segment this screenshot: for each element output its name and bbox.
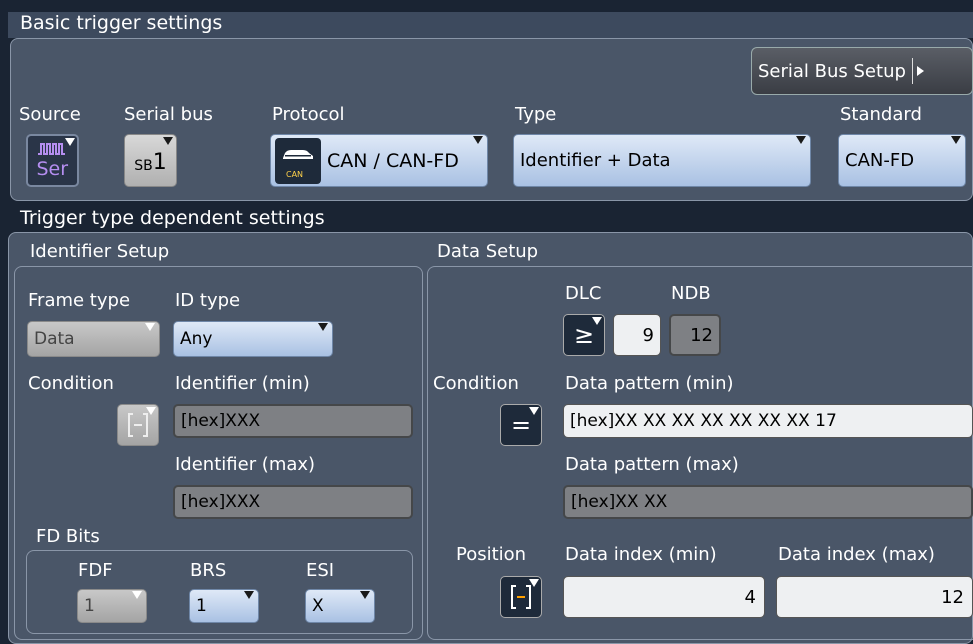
fdf-label: FDF xyxy=(78,560,113,581)
data-index-max-field[interactable]: 12 xyxy=(776,576,973,618)
serial-bus-number: 1 xyxy=(152,150,167,175)
chevron-down-icon xyxy=(592,317,602,325)
data-pattern-min-label: Data pattern (min) xyxy=(565,373,734,394)
chevron-down-icon xyxy=(951,136,961,144)
dlc-operator-value: ≥ xyxy=(573,321,595,349)
position-button[interactable] xyxy=(500,576,542,618)
data-pattern-max-label: Data pattern (max) xyxy=(565,454,739,475)
protocol-dropdown[interactable]: CAN CAN / CAN-FD xyxy=(270,134,488,187)
data-index-min-value: 4 xyxy=(744,586,756,608)
source-select-button[interactable]: Ser xyxy=(26,134,79,187)
dlc-value: 9 xyxy=(642,324,654,346)
identifier-condition-button[interactable] xyxy=(117,404,159,446)
protocol-label: Protocol xyxy=(272,104,345,125)
serial-bus-setup-button[interactable]: Serial Bus Setup xyxy=(751,47,973,95)
waveform-icon xyxy=(37,142,65,155)
ndb-value-field: 12 xyxy=(669,314,721,356)
data-pattern-max-value: [hex]XX XX xyxy=(571,492,668,512)
arrow-right-icon xyxy=(916,66,924,76)
fdf-dropdown[interactable]: 1 xyxy=(77,589,147,623)
serial-bus-setup-label: Serial Bus Setup xyxy=(758,60,906,82)
can-icon-text: CAN xyxy=(286,169,304,179)
chevron-down-icon xyxy=(360,591,370,599)
identifier-max-field[interactable]: [hex]XXX xyxy=(173,485,413,519)
chevron-down-icon xyxy=(244,591,254,599)
frame-type-label: Frame type xyxy=(28,290,131,311)
standard-value: CAN-FD xyxy=(845,150,915,171)
chevron-down-icon xyxy=(473,136,483,144)
id-type-dropdown[interactable]: Any xyxy=(173,321,333,357)
identifier-min-value: [hex]XXX xyxy=(181,411,261,431)
esi-value: X xyxy=(312,596,324,616)
range-icon xyxy=(128,413,148,437)
dlc-value-field[interactable]: 9 xyxy=(613,314,661,356)
ndb-label: NDB xyxy=(671,283,711,304)
data-condition-button[interactable]: = xyxy=(500,404,542,446)
type-label: Type xyxy=(515,104,557,125)
data-pattern-min-value: [hex]XX XX XX XX XX XX XX 17 xyxy=(570,411,837,431)
serial-bus-select-button[interactable]: SB 1 xyxy=(124,134,177,187)
standard-label: Standard xyxy=(840,104,922,125)
chevron-down-icon xyxy=(318,323,328,331)
id-type-value: Any xyxy=(180,329,213,349)
source-value: Ser xyxy=(36,157,69,180)
source-label: Source xyxy=(19,104,81,125)
identifier-max-label: Identifier (max) xyxy=(175,454,316,475)
chevron-down-icon xyxy=(529,579,539,587)
data-pattern-max-field[interactable]: [hex]XX XX xyxy=(563,485,973,519)
chevron-down-icon xyxy=(796,136,806,144)
identifier-max-value: [hex]XXX xyxy=(181,492,261,512)
data-setup-title: Data Setup xyxy=(437,241,539,262)
data-index-min-field[interactable]: 4 xyxy=(563,576,765,618)
data-index-max-label: Data index (max) xyxy=(778,544,935,565)
chevron-down-icon xyxy=(145,323,155,331)
basic-settings-title: Basic trigger settings xyxy=(20,12,223,34)
identifier-setup-title: Identifier Setup xyxy=(30,241,170,262)
brs-dropdown[interactable]: 1 xyxy=(189,589,259,623)
chevron-down-icon xyxy=(132,591,142,599)
id-type-label: ID type xyxy=(175,290,241,311)
type-value: Identifier + Data xyxy=(520,150,671,171)
range-icon xyxy=(511,585,531,609)
ndb-value: 12 xyxy=(690,324,713,346)
frame-type-value: Data xyxy=(34,329,75,349)
position-label: Position xyxy=(456,544,527,565)
data-pattern-min-field[interactable]: [hex]XX XX XX XX XX XX XX 17 xyxy=(563,404,973,438)
serial-bus-label: Serial bus xyxy=(124,104,213,125)
data-index-min-label: Data index (min) xyxy=(565,544,717,565)
serial-bus-prefix: SB xyxy=(134,157,153,174)
chevron-down-icon xyxy=(529,407,539,415)
car-icon: CAN xyxy=(275,137,321,184)
esi-dropdown[interactable]: X xyxy=(305,589,375,623)
identifier-min-label: Identifier (min) xyxy=(175,373,310,394)
type-dropdown[interactable]: Identifier + Data xyxy=(513,134,811,187)
dependent-settings-title: Trigger type dependent settings xyxy=(20,207,325,229)
dlc-label: DLC xyxy=(565,283,602,304)
dlc-operator-button[interactable]: ≥ xyxy=(563,314,605,356)
identifier-min-field[interactable]: [hex]XXX xyxy=(173,404,413,438)
identifier-condition-label: Condition xyxy=(28,373,114,394)
chevron-down-icon xyxy=(146,407,156,415)
protocol-value: CAN / CAN-FD xyxy=(327,149,459,172)
esi-label: ESI xyxy=(306,560,335,581)
chevron-down-icon xyxy=(163,137,173,145)
data-condition-value: = xyxy=(510,411,532,439)
brs-value: 1 xyxy=(196,596,207,616)
brs-label: BRS xyxy=(190,560,227,581)
chevron-down-icon xyxy=(65,138,75,146)
frame-type-dropdown[interactable]: Data xyxy=(27,321,160,357)
data-condition-label: Condition xyxy=(433,373,519,394)
separator xyxy=(911,58,913,84)
fd-bits-title: FD Bits xyxy=(36,526,100,547)
fdf-value: 1 xyxy=(84,596,95,616)
standard-dropdown[interactable]: CAN-FD xyxy=(838,134,966,187)
data-index-max-value: 12 xyxy=(941,586,964,608)
